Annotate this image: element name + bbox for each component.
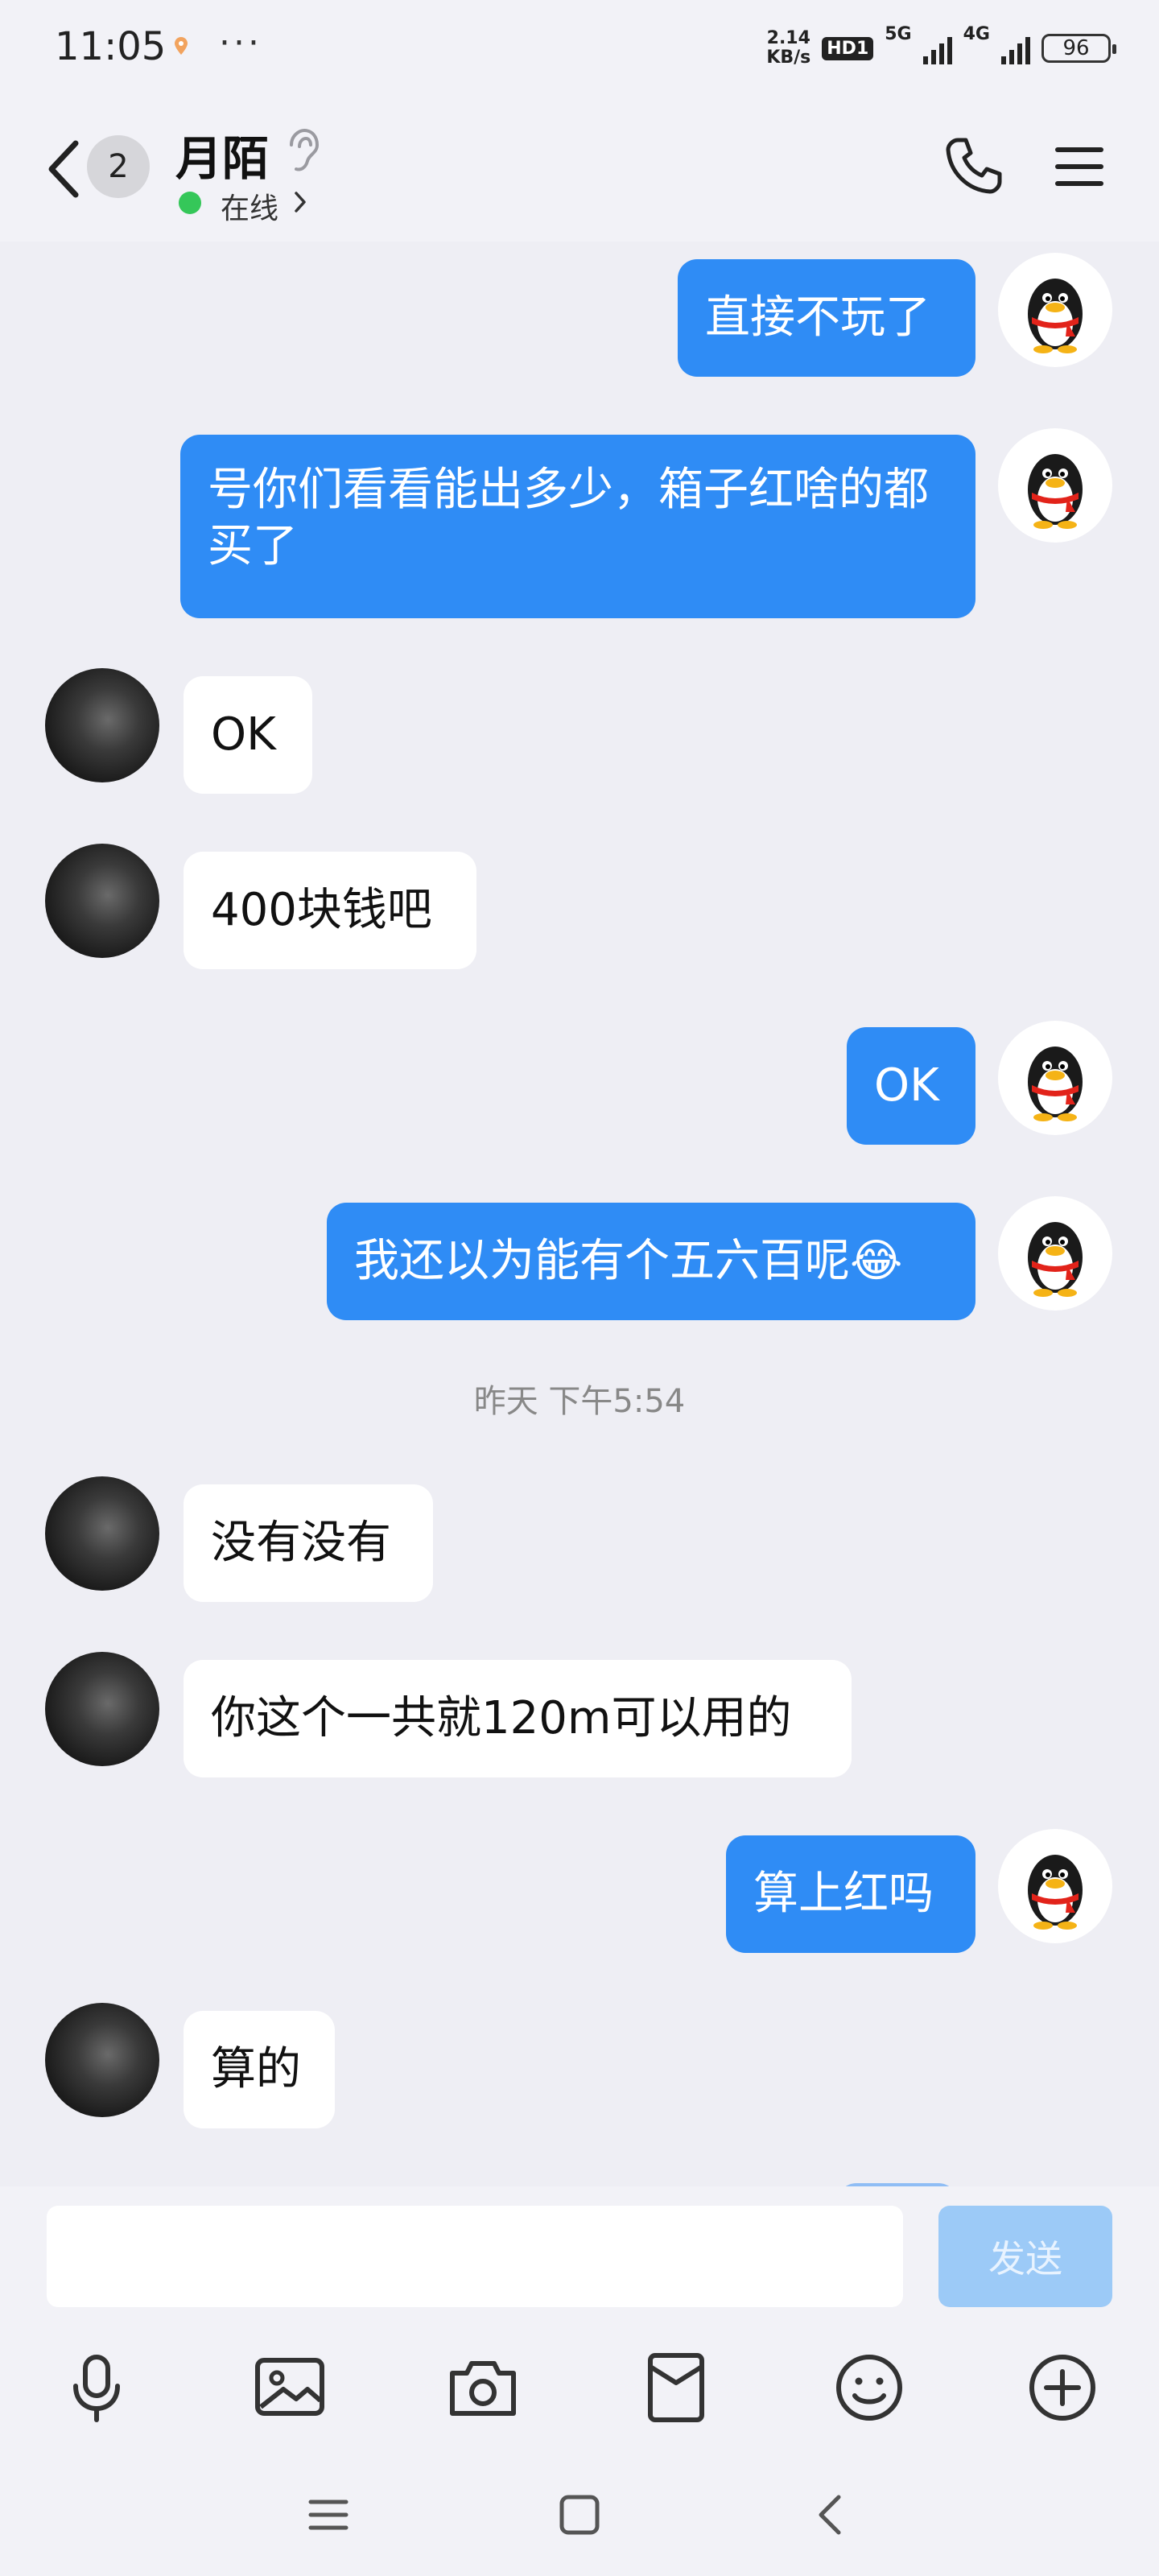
plus-icon[interactable] (1024, 2349, 1101, 2426)
status-bar: 11:05 ··· 2.14 KB/s HD1 5G 4G 96 (0, 0, 1159, 100)
back-icon[interactable] (42, 137, 90, 201)
system-back-icon[interactable] (806, 2491, 855, 2539)
message-bubble-incoming[interactable]: OK (184, 676, 312, 794)
online-status-text[interactable]: 在线 (221, 185, 278, 227)
emoji-icon[interactable] (831, 2349, 908, 2426)
network-type-1: 5G (885, 23, 912, 44)
battery-icon: 96 (1041, 34, 1116, 63)
message-bubble-outgoing[interactable]: 算上红吗 (726, 1835, 975, 1953)
online-status-dot (179, 192, 201, 214)
red-packet-icon[interactable] (637, 2349, 715, 2426)
message-list[interactable]: 直接不玩了 号你们看看能出多少，箱子红啥的都买了 OK 400块钱吧 OK 我还… (0, 242, 1159, 2186)
camera-icon[interactable] (444, 2349, 522, 2426)
my-avatar-penguin[interactable] (998, 1829, 1112, 1943)
contact-avatar[interactable] (45, 2003, 159, 2117)
home-icon[interactable] (555, 2491, 604, 2539)
contact-avatar[interactable] (45, 1652, 159, 1766)
signal-icon-2 (1001, 32, 1030, 64)
contact-avatar[interactable] (45, 1476, 159, 1591)
contact-name[interactable]: 月陌 (175, 121, 269, 188)
hd-badge: HD1 (822, 36, 874, 60)
contact-avatar[interactable] (45, 844, 159, 958)
phone-icon[interactable] (943, 135, 1004, 196)
message-input[interactable] (47, 2206, 903, 2307)
message-bubble-incoming[interactable]: 算的 (184, 2011, 335, 2128)
message-bubble-outgoing[interactable]: 直接不玩了 (678, 259, 975, 377)
message-bubble-incoming[interactable]: 没有没有 (184, 1484, 433, 1602)
contact-avatar[interactable] (45, 668, 159, 782)
my-avatar-penguin[interactable] (998, 253, 1112, 367)
input-area: 发送 (0, 2186, 1159, 2323)
message-bubble-outgoing[interactable]: 号你们看看能出多少，箱子红啥的都买了 (180, 435, 975, 618)
my-avatar-penguin[interactable] (998, 1021, 1112, 1135)
penguin-avatar-icon (1028, 1855, 1083, 1930)
microphone-icon[interactable] (58, 2349, 135, 2426)
menu-icon[interactable] (1054, 145, 1104, 188)
message-bubble-outgoing[interactable]: OK (847, 1027, 975, 1145)
send-button[interactable]: 发送 (938, 2206, 1112, 2307)
message-timestamp: 昨天 下午5:54 (473, 1383, 686, 1420)
chevron-right-icon[interactable] (293, 190, 307, 214)
message-bubble-outgoing[interactable]: 我还以为能有个五六百呢😂 (327, 1203, 975, 1320)
network-type-2: 4G (963, 23, 990, 44)
unread-count-badge[interactable]: 2 (87, 135, 150, 198)
my-avatar-penguin[interactable] (998, 1196, 1112, 1311)
input-toolbar (0, 2323, 1159, 2452)
penguin-avatar-icon (1028, 1222, 1083, 1297)
status-time: 11:05 (55, 24, 167, 69)
message-bubble-incoming[interactable]: 400块钱吧 (184, 852, 476, 969)
recent-apps-icon[interactable] (304, 2491, 353, 2539)
system-nav-bar (0, 2452, 1159, 2576)
image-icon[interactable] (251, 2349, 328, 2426)
signal-icon (922, 32, 952, 64)
location-icon (175, 37, 188, 55)
more-notifications-icon: ··· (219, 23, 262, 64)
network-speed: 2.14 KB/s (766, 28, 811, 68)
penguin-avatar-icon (1028, 1046, 1083, 1121)
my-avatar-penguin[interactable] (998, 428, 1112, 543)
message-bubble-incoming[interactable]: 你这个一共就120m可以用的 (184, 1660, 852, 1777)
ear-icon (290, 129, 320, 171)
penguin-avatar-icon (1028, 279, 1083, 353)
penguin-avatar-icon (1028, 454, 1083, 529)
